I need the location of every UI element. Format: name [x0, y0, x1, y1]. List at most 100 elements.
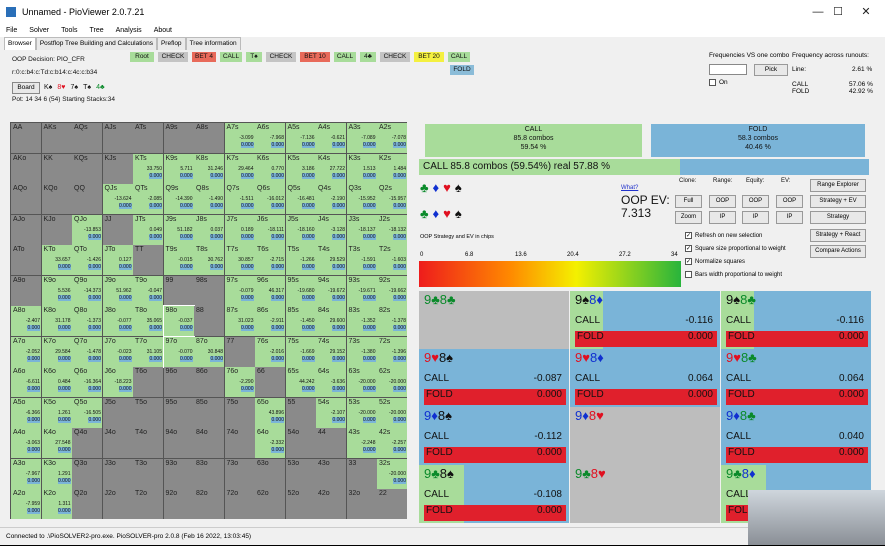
hand-cell[interactable]: 42s -2.257 0.000: [377, 428, 407, 458]
hand-cell[interactable]: T9s -0.015 0.000: [163, 245, 194, 275]
hand-cell[interactable]: T3s -1.591 0.000: [346, 245, 377, 275]
hand-cell[interactable]: KK: [41, 153, 72, 184]
hand-cell[interactable]: A5o -6.366 0.000: [11, 397, 41, 428]
hand-cell[interactable]: J9o 51.962 0.000: [102, 275, 133, 306]
hand-cell[interactable]: K2s 1.484 0.000: [377, 153, 407, 184]
hand-cell[interactable]: 64s -3.636 0.000: [316, 367, 346, 397]
hand-cell[interactable]: T2s -1.603 0.000: [377, 245, 407, 275]
hand-cell[interactable]: 83s -1.352 0.000: [346, 306, 377, 336]
compare-actions-button[interactable]: Compare Actions: [810, 245, 866, 258]
pick-button[interactable]: Pick: [754, 64, 788, 76]
combo-cell[interactable]: 9♣8♠ CALL -0.108 FOLD 0.000: [419, 465, 569, 523]
hand-cell[interactable]: Q9s -14.390 0.000: [163, 184, 194, 214]
action-node-4-[interactable]: 4♣: [360, 52, 376, 62]
suit-row-2[interactable]: ♣♦♥♠: [420, 206, 466, 221]
hand-cell[interactable]: K2o 1.311 0.000: [41, 489, 72, 519]
hand-cell[interactable]: J5o: [102, 397, 133, 428]
hand-cell[interactable]: KQo: [41, 184, 72, 214]
hand-cell[interactable]: 82o: [194, 489, 224, 519]
hand-cell[interactable]: 87s 31.023 0.000: [224, 306, 255, 336]
action-node-root[interactable]: Root: [130, 52, 154, 62]
hand-cell[interactable]: 94o: [163, 428, 194, 458]
hand-cell[interactable]: T5s -1.266 0.000: [285, 245, 316, 275]
menu-solver[interactable]: Solver: [23, 24, 55, 37]
hand-cell[interactable]: J6o -18.223 0.000: [102, 367, 133, 397]
hand-cell[interactable]: 93s -19.671 0.000: [346, 275, 377, 306]
combo-cell[interactable]: 9♠8♣ CALL -0.116 FOLD 0.000: [721, 291, 871, 349]
hand-cell[interactable]: Q6o -16.364 0.000: [72, 367, 102, 397]
hand-cell[interactable]: 94s -19.672 0.000: [316, 275, 346, 306]
hand-cell[interactable]: K4s 27.722 0.000: [316, 153, 346, 184]
hand-cell[interactable]: K5s 3.186 0.000: [285, 153, 316, 184]
strategy-button[interactable]: Strategy: [810, 211, 866, 224]
hand-cell[interactable]: T4o: [133, 428, 163, 458]
hand-cell[interactable]: ATs: [133, 123, 163, 153]
hand-cell[interactable]: A4s -0.621 0.000: [316, 123, 346, 153]
combo-cell[interactable]: 9♣8♥: [570, 465, 720, 523]
maximize-button[interactable]: ☐: [824, 3, 852, 21]
hand-cell[interactable]: Q4o: [72, 428, 102, 458]
hand-cell[interactable]: Q7s -1.511 0.000: [224, 184, 255, 214]
action-node-bet-20[interactable]: BET 20: [414, 52, 444, 62]
on-checkbox[interactable]: On: [709, 79, 728, 86]
hand-cell[interactable]: 97s -0.079 0.000: [224, 275, 255, 306]
hand-cell[interactable]: 83o: [194, 458, 224, 489]
range-ip-button[interactable]: IP: [709, 211, 736, 224]
hand-cell[interactable]: A6s -7.968 0.000: [255, 123, 285, 153]
hand-cell[interactable]: A3s -7.089 0.000: [346, 123, 377, 153]
hand-cell[interactable]: 98o -0.037 0.000: [162, 305, 195, 337]
hand-cell[interactable]: T7s 30.857 0.000: [224, 245, 255, 275]
hand-cell[interactable]: 73s -1.380 0.000: [346, 336, 377, 367]
hand-cell[interactable]: J2o: [102, 489, 133, 519]
hand-cell[interactable]: 75o: [224, 397, 255, 428]
action-node-fold[interactable]: FOLD: [450, 65, 474, 75]
hand-cell[interactable]: T3o: [133, 458, 163, 489]
hand-cell[interactable]: AQo: [11, 184, 41, 214]
hand-cell[interactable]: 72o: [224, 489, 255, 519]
combo-cell[interactable]: 9♥8♦ CALL 0.064 FOLD 0.000: [570, 349, 720, 407]
hand-cell[interactable]: 64o -2.332 0.000: [255, 428, 285, 458]
combo-cell[interactable]: 9♣8♣: [419, 291, 569, 349]
hand-cell[interactable]: 32s -20.000 0.000: [377, 458, 407, 489]
checkbox-box[interactable]: [685, 271, 692, 278]
hand-cell[interactable]: T4s 29.529 0.000: [316, 245, 346, 275]
action-node-check[interactable]: CHECK: [380, 52, 410, 62]
hand-cell[interactable]: Q3o: [72, 458, 102, 489]
ev-oop-button[interactable]: OOP: [776, 195, 803, 208]
close-button[interactable]: ✕: [852, 3, 880, 21]
hand-cell[interactable]: QJs -13.624 0.000: [102, 184, 133, 214]
hand-cell[interactable]: 76o -2.290 0.000: [224, 367, 255, 397]
action-node-bet-10[interactable]: BET 10: [300, 52, 330, 62]
hand-cell[interactable]: K9o 5.536 0.000: [41, 275, 72, 306]
tab-postflop[interactable]: Postflop Tree Building and Calculations: [35, 37, 157, 50]
hand-cell[interactable]: K6o 0.484 0.000: [41, 367, 72, 397]
action-node-bet-4[interactable]: BET 4: [192, 52, 216, 62]
hand-cell[interactable]: QQ: [72, 184, 102, 214]
checkbox-box[interactable]: [709, 79, 716, 86]
menu-analysis[interactable]: Analysis: [110, 24, 148, 37]
hand-cell[interactable]: 88: [194, 306, 224, 336]
hand-cell[interactable]: 76s -2.016 0.000: [255, 336, 285, 367]
hand-cell[interactable]: 77: [224, 336, 255, 367]
hand-cell[interactable]: 87o 30.848 0.000: [194, 336, 224, 367]
combo-cell[interactable]: 9♠8♦ CALL -0.116 FOLD 0.000: [570, 291, 720, 349]
hand-cell[interactable]: 74o: [224, 428, 255, 458]
hand-cell[interactable]: TT: [133, 245, 163, 275]
hand-cell[interactable]: A4o -3.063 0.000: [11, 428, 41, 458]
hand-cell[interactable]: 42o: [316, 489, 346, 519]
hand-cell[interactable]: J5s -18.160 0.000: [285, 214, 316, 245]
hand-cell[interactable]: 62o: [255, 489, 285, 519]
hand-cell[interactable]: T5o: [133, 397, 163, 428]
hand-cell[interactable]: Q9o -14.373 0.000: [72, 275, 102, 306]
hand-cell[interactable]: A8o -2.407 0.000: [11, 306, 41, 336]
hand-cell[interactable]: 96o: [163, 367, 194, 397]
hand-cell[interactable]: T2o: [133, 489, 163, 519]
call-summary[interactable]: CALL 85.8 combos 59.54 %: [425, 124, 642, 157]
spade-icon[interactable]: ♠: [455, 206, 466, 221]
ev-ip-button[interactable]: IP: [776, 211, 803, 224]
hand-cell[interactable]: JJ: [102, 214, 133, 245]
hand-cell[interactable]: K5o 1.261 0.000: [41, 397, 72, 428]
heart-icon[interactable]: ♥: [443, 206, 455, 221]
hand-cell[interactable]: 53s -20.000 0.000: [346, 397, 377, 428]
action-node-call[interactable]: CALL: [220, 52, 242, 62]
